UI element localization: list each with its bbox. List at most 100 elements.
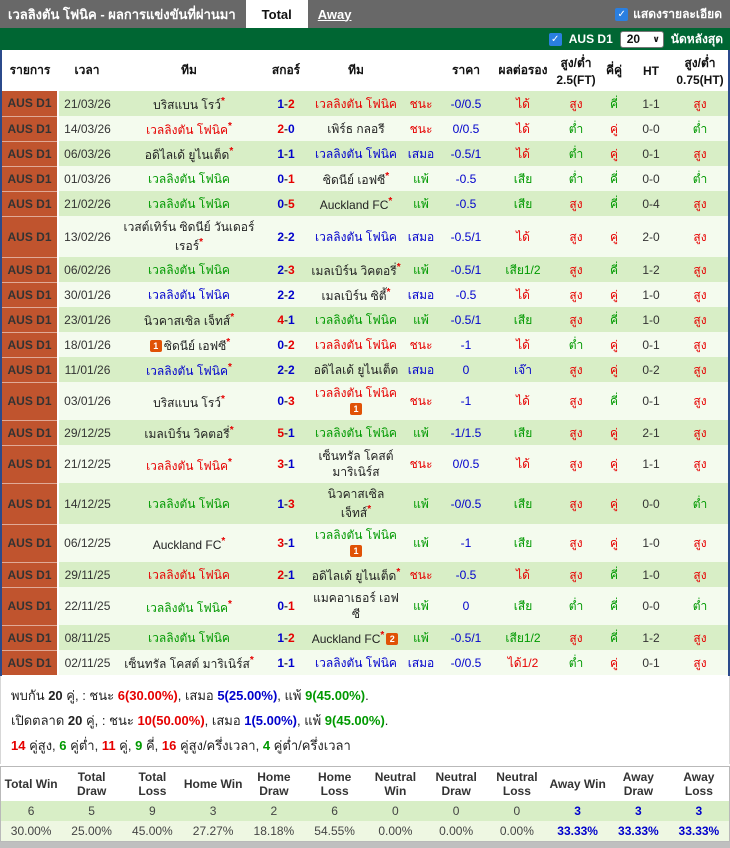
over-under-ht-cell: สูง xyxy=(672,625,728,650)
handicap-cell: -0.5 xyxy=(440,166,492,191)
league-cell: AUS D1 xyxy=(2,116,59,142)
home-team[interactable]: เวลลิงตัน โฟนิค* xyxy=(116,445,262,483)
match-count-select[interactable]: 20 ∨ xyxy=(619,30,664,48)
handicap-result-text: ได้ xyxy=(516,457,530,471)
home-team[interactable]: นิวคาสเซิล เจ็ทส์* xyxy=(116,307,262,332)
match-row: AUS D1 29/12/25 เมลเบิร์น วิคตอรี่* 5-1 เวลล… xyxy=(2,420,728,446)
over-under-ft-cell: สูง xyxy=(554,625,598,650)
away-team[interactable]: เวลลิงตัน โฟนิค xyxy=(310,216,402,257)
handicap-result-text: เสีย xyxy=(513,425,533,440)
away-team[interactable]: ซิดนีย์ เอฟซี* xyxy=(310,166,402,191)
score-cell: 4-1 xyxy=(262,307,310,332)
handicap-value: -0.5/1 xyxy=(450,630,482,645)
handicap-result-text: เสีย xyxy=(513,536,533,550)
over-under-ft-text: ต่ำ xyxy=(568,655,584,670)
date-cell: 21/03/26 xyxy=(58,91,116,116)
away-team[interactable]: เมลเบิร์น วิคตอรี่* xyxy=(310,257,402,282)
away-team[interactable]: อดิไลเด้ ยูไนเต็ด* xyxy=(310,562,402,587)
summary-line-results: พบกัน 20 คู่, : ชนะ 6(30.00%), เสมอ 5(25… xyxy=(11,683,719,708)
handicap-result-cell: เสีย xyxy=(492,524,554,562)
over-under-ht-text: สูง xyxy=(693,362,707,377)
result-text: ชนะ xyxy=(409,121,433,136)
result-cell: แพ้ xyxy=(402,307,440,332)
home-team[interactable]: เวสต์เทิร์น ซิดนีย์ วันเดอร์เรอร์* xyxy=(116,216,262,257)
stats-column-header: Neutral Loss xyxy=(486,766,548,801)
tab-away[interactable]: Away xyxy=(308,0,362,28)
handicap-cell: -0/0.5 xyxy=(440,650,492,675)
home-team[interactable]: เวลลิงตัน โฟนิค xyxy=(116,562,262,587)
asterisk-marker: * xyxy=(229,146,234,157)
home-team[interactable]: เวลลิงตัน โฟนิค xyxy=(116,483,262,524)
over-under-ht-text: สูง xyxy=(693,425,707,440)
away-team[interactable]: นิวคาสเซิล เจ็ทส์* xyxy=(310,483,402,524)
over-under-ht-text: สูง xyxy=(693,337,707,352)
over-under-ht-text: สูง xyxy=(693,536,707,550)
home-team-name: เวสต์เทิร์น ซิดนีย์ วันเดอร์เรอร์ xyxy=(123,220,255,253)
match-table-header-row: รายการ เวลา ทีม สกอร์ ทีม ราคา ผลต่อรอง สูง/ต่ำ… xyxy=(2,50,728,91)
handicap-value: -0.5/1 xyxy=(450,229,482,244)
home-team[interactable]: เวลลิงตัน โฟนิค* xyxy=(116,116,262,141)
chevron-down-icon: ∨ xyxy=(652,33,660,44)
home-team[interactable]: เวลลิงตัน โฟนิค* xyxy=(116,587,262,625)
away-team-name: เวลลิงตัน โฟนิค xyxy=(315,229,397,244)
odd-even-cell: คู่ xyxy=(598,445,630,483)
away-team[interactable]: แมคอาเธอร์ เอฟซี xyxy=(310,587,402,625)
home-team[interactable]: อดิไลเด้ ยูไนเต็ด* xyxy=(116,141,262,166)
home-team[interactable]: 1 ซิดนีย์ เอฟซี* xyxy=(116,332,262,357)
summary-line-overunder: 14 คู่สูง, 6 คู่ต่ำ, 11 คู่, 9 คี่, 16 ค… xyxy=(11,733,719,758)
over-under-ht-cell: สูง xyxy=(672,257,728,282)
away-team[interactable]: เวลลิงตัน โฟนิค xyxy=(310,650,402,675)
away-team[interactable]: เวลลิงตัน โฟนิค xyxy=(310,332,402,357)
home-team[interactable]: บริสแบน โรว์* xyxy=(116,91,262,116)
home-team[interactable]: เวลลิงตัน โฟนิค xyxy=(116,625,262,650)
summary-segment: , แพ้ xyxy=(277,687,306,703)
handicap-result-cell: เสีย xyxy=(492,166,554,191)
home-team[interactable]: เซ็นทรัล โคสต์ มาริเนิร์ส* xyxy=(116,650,262,675)
over-under-ft-text: ต่ำ xyxy=(568,171,584,186)
odd-even-cell: คู่ xyxy=(598,420,630,445)
home-team[interactable]: เวลลิงตัน โฟนิค xyxy=(116,191,262,216)
away-team[interactable]: เวลลิงตัน โฟนิค xyxy=(310,141,402,166)
away-team[interactable]: เมลเบิร์น ซิตี้* xyxy=(310,282,402,307)
league-filter-checkbox[interactable]: ✓ xyxy=(548,32,562,46)
away-team[interactable]: Auckland FC* xyxy=(310,191,402,216)
handicap-value: -1 xyxy=(460,394,472,408)
home-team[interactable]: เวลลิงตัน โฟนิค xyxy=(116,166,262,191)
home-team[interactable]: เวลลิงตัน โฟนิค* xyxy=(116,357,262,382)
away-team[interactable]: เวลลิงตัน โฟนิค xyxy=(310,91,402,116)
home-team[interactable]: บริสแบน โรว์* xyxy=(116,382,262,420)
away-team[interactable]: เซ็นทรัล โคสต์ มาริเนิร์ส xyxy=(310,445,402,483)
away-team[interactable]: เวลลิงตัน โฟนิค xyxy=(310,307,402,332)
over-under-ft-text: สูง xyxy=(569,394,583,408)
away-score: 1 xyxy=(288,457,295,471)
odd-even-text: คู่ xyxy=(609,496,619,511)
away-team[interactable]: เวลลิงตัน โฟนิค xyxy=(310,420,402,445)
asterisk-marker: * xyxy=(386,287,391,298)
home-team-name: ซิดนีย์ เอฟซี xyxy=(163,339,227,353)
away-team[interactable]: เวลลิงตัน โฟนิค 1 xyxy=(310,524,402,562)
match-row: AUS D1 23/01/26 นิวคาสเซิล เจ็ทส์* 4-1 เวลลิ… xyxy=(2,307,728,333)
result-cell: แพ้ xyxy=(402,483,440,524)
away-team[interactable]: เพิร์ธ กลอรี xyxy=(310,116,402,141)
home-team[interactable]: Auckland FC* xyxy=(116,524,262,562)
result-cell: ชนะ xyxy=(402,91,440,116)
match-row: AUS D1 21/12/25 เวลลิงตัน โฟนิค* 3-1 เซ็นทรั… xyxy=(2,445,728,484)
away-team[interactable]: เวลลิงตัน โฟนิค 1 xyxy=(310,382,402,420)
date-cell: 08/11/25 xyxy=(58,625,116,650)
show-details-checkbox[interactable]: ✓ xyxy=(615,7,629,21)
away-team[interactable]: Auckland FC* 2 xyxy=(310,625,402,650)
summary-segment: , เสมอ xyxy=(177,687,218,703)
tab-total[interactable]: Total xyxy=(245,0,308,28)
home-team[interactable]: เวลลิงตัน โฟนิค xyxy=(116,282,262,307)
home-team[interactable]: เวลลิงตัน โฟนิค xyxy=(116,257,262,282)
home-team-name: เวลลิงตัน โฟนิค xyxy=(146,123,228,137)
result-text: ชนะ xyxy=(409,457,433,471)
home-score: 0 xyxy=(277,171,284,186)
summary-segment: 16 xyxy=(161,737,177,753)
over-under-ft-text: สูง xyxy=(569,287,583,302)
handicap-result-text: เสีย1/2 xyxy=(505,630,541,645)
league-cell: AUS D1 xyxy=(2,91,59,117)
match-row: AUS D1 08/11/25 เวลลิงตัน โฟนิค 1-2 Auckland… xyxy=(2,625,728,651)
home-team[interactable]: เมลเบิร์น วิคตอรี่* xyxy=(116,420,262,445)
away-team[interactable]: อดิไลเด้ ยูไนเต็ด xyxy=(310,357,402,382)
